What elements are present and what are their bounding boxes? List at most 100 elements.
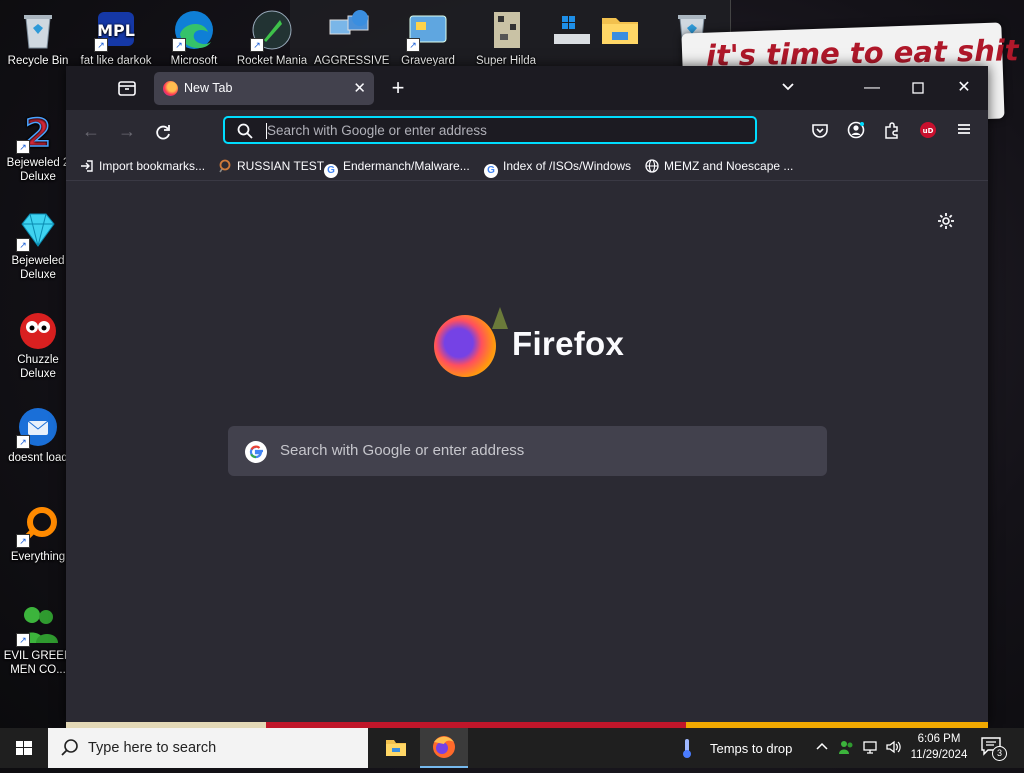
bookmarks-toolbar: Import bookmarks... RUSSIAN TEST G Enderm…	[66, 152, 988, 181]
desktop-icon-recycle-bin[interactable]: Recycle Bin	[2, 8, 74, 68]
desktop-icon-bejeweled-2[interactable]: 2 ↗ Bejeweled 2 Deluxe	[2, 110, 74, 184]
shortcut-arrow-icon: ↗	[16, 238, 30, 252]
desktop-icon-bejeweled[interactable]: ↗ Bejeweled Deluxe	[2, 208, 74, 282]
show-hidden-icons-chevron[interactable]	[815, 740, 829, 759]
pixel-art-icon	[484, 8, 528, 52]
mpl-logo-icon: MPL ↗	[94, 8, 138, 52]
list-all-tabs-chevron-icon[interactable]	[780, 78, 796, 99]
tab-title: New Tab	[184, 81, 233, 95]
tab-new-tab[interactable]: New Tab ✕	[154, 72, 374, 105]
shortcut-arrow-icon: ↗	[16, 435, 30, 449]
bookmark-endermanch[interactable]: G Endermanch/Malware...	[324, 157, 470, 178]
start-windows-icon[interactable]	[0, 728, 48, 768]
shortcut-arrow-icon: ↗	[16, 534, 30, 548]
desktop-icon-label: EVIL GREEN MEN CO...	[3, 650, 73, 676]
green-men-tray-icon[interactable]	[838, 739, 854, 760]
clock-date: 11/29/2024	[910, 749, 968, 761]
desktop-icon-label: Bejeweled 2 Deluxe	[6, 157, 70, 183]
account-icon[interactable]	[846, 121, 866, 141]
desktop-icon-label: Chuzzle Deluxe	[17, 354, 59, 380]
firefox-taskbar-button[interactable]	[420, 728, 468, 768]
hamburger-menu-icon[interactable]	[954, 121, 974, 141]
magnifier-orange-icon: ↗	[16, 504, 60, 548]
tab-bar: New Tab ✕ + — ✕	[66, 66, 988, 110]
newtab-search-box[interactable]: Search with Google or enter address	[228, 426, 827, 476]
bookmark-label: Endermanch/Malware...	[343, 159, 470, 173]
firefox-window: New Tab ✕ + — ✕ ← → Search with Google o…	[66, 66, 988, 724]
desktop-icon-rocket-mania[interactable]: ↗ Rocket Mania	[236, 8, 308, 68]
shortcut-arrow-icon: ↗	[16, 140, 30, 154]
search-icon	[60, 738, 80, 758]
extensions-puzzle-icon[interactable]	[882, 121, 902, 141]
folder-icon	[598, 8, 642, 52]
close-window-icon[interactable]: ✕	[941, 66, 987, 110]
import-icon	[80, 159, 94, 173]
system-clock[interactable]: 6:06 PM 11/29/2024	[906, 731, 972, 763]
recycle-bin-icon	[16, 8, 60, 52]
globe-icon	[645, 159, 659, 173]
google-icon	[244, 440, 268, 464]
firefox-logo-icon	[434, 315, 496, 377]
edge-icon: ↗	[172, 8, 216, 52]
green-men-icon: ↗	[16, 603, 60, 647]
minimize-icon[interactable]: —	[849, 66, 895, 110]
ring-icon	[218, 159, 232, 173]
volume-icon[interactable]	[885, 739, 901, 760]
gem-2-icon: 2 ↗	[16, 110, 60, 156]
desktop-icon-chuzzle[interactable]: Chuzzle Deluxe	[2, 307, 74, 381]
pocket-icon[interactable]	[810, 121, 830, 141]
desktop-icon-label: Bejeweled Deluxe	[11, 255, 65, 281]
network-icon[interactable]	[862, 739, 878, 760]
desktop-icon-super-hilda[interactable]: Super Hilda	[470, 8, 542, 68]
shortcut-arrow-icon: ↗	[16, 633, 30, 647]
bookmark-label: RUSSIAN TEST	[237, 159, 325, 173]
maximize-icon[interactable]	[895, 66, 941, 110]
new-tab-plus-icon[interactable]: +	[386, 76, 410, 100]
desktop-icon-graveyard[interactable]: ↗ Graveyard	[392, 8, 464, 68]
address-bar[interactable]: Search with Google or enter address	[223, 116, 757, 144]
shortcut-arrow-icon: ↗	[172, 38, 186, 52]
bookmark-label: MEMZ and Noescape ...	[664, 159, 794, 173]
new-tab-page: Firefox Search with Google or enter addr…	[66, 181, 988, 724]
address-bar-placeholder: Search with Google or enter address	[267, 123, 487, 138]
forward-arrow-icon[interactable]: →	[115, 120, 139, 142]
google-icon: G	[484, 164, 498, 178]
shortcut-arrow-icon: ↗	[406, 38, 420, 52]
navigation-toolbar: ← → Search with Google or enter address …	[66, 110, 988, 152]
firefox-wordmark: Firefox	[512, 325, 625, 362]
bookmark-import[interactable]: Import bookmarks...	[80, 157, 205, 175]
bookmark-memz[interactable]: MEMZ and Noescape ...	[645, 157, 793, 175]
notification-center-icon[interactable]: 3	[980, 736, 1007, 761]
notification-count-badge: 3	[992, 746, 1007, 761]
bookmark-russian-test[interactable]: RUSSIAN TEST	[218, 157, 324, 175]
tab-close-icon[interactable]: ✕	[353, 72, 366, 105]
desktop-icon-aggressive[interactable]: AGGRESSIVE	[314, 8, 389, 68]
diamond-icon: ↗	[16, 208, 60, 252]
settings-gear-icon[interactable]	[936, 211, 956, 231]
reload-icon[interactable]	[151, 120, 175, 142]
thermometer-icon[interactable]	[680, 737, 694, 759]
desktop-icon-doesnt-load[interactable]: ↗ doesnt load	[2, 405, 74, 465]
bookmark-index-isos[interactable]: G Index of /ISOs/Windows	[484, 157, 631, 178]
file-explorer-taskbar-button[interactable]	[372, 728, 420, 768]
taskbar-search-box[interactable]: Type here to search	[48, 728, 368, 768]
weather-text[interactable]: Temps to drop	[710, 741, 792, 756]
firefox-favicon-icon	[163, 81, 178, 96]
desktop-icon-label: Recycle Bin	[7, 55, 69, 67]
desktop-icon-folder[interactable]	[584, 8, 656, 54]
desktop-icon-evil-green-men[interactable]: ↗ EVIL GREEN MEN CO...	[2, 603, 74, 677]
svg-text:uD: uD	[923, 127, 934, 135]
ublock-origin-icon[interactable]: uD	[918, 121, 938, 141]
desktop-icon-fat-like-darkok[interactable]: MPL ↗ fat like darkok	[80, 8, 152, 68]
desktop-icon-everything[interactable]: ↗ Everything	[2, 504, 74, 564]
control-panel-icon: ↗	[406, 8, 450, 52]
rocket-icon: ↗	[250, 8, 294, 52]
computers-network-icon	[328, 8, 372, 52]
desktop-icon-label: doesnt load	[8, 452, 68, 464]
bookmark-label: Import bookmarks...	[99, 159, 206, 173]
firefox-view-icon[interactable]	[116, 77, 138, 99]
back-arrow-icon[interactable]: ←	[79, 120, 103, 142]
desktop-icon-microsoft-edge[interactable]: ↗ Microsoft	[158, 8, 230, 68]
thunderbird-icon: ↗	[16, 405, 60, 449]
taskbar-search-placeholder: Type here to search	[88, 740, 217, 756]
